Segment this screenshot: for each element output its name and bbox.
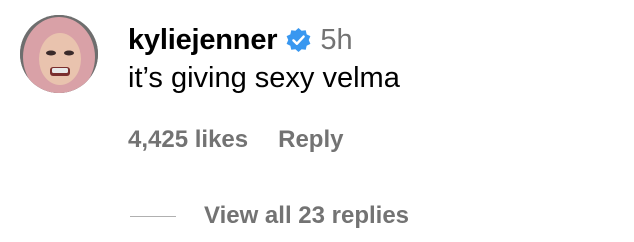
comment-text: it’s giving sexy velma	[128, 62, 400, 94]
reply-button[interactable]: Reply	[278, 126, 343, 154]
comment-header: kyliejenner 5h	[128, 20, 353, 60]
view-replies-label: View all 23 replies	[204, 202, 410, 229]
likes-count-button[interactable]: 4,425 likes	[128, 126, 248, 154]
replies-divider-line	[130, 215, 176, 217]
comment-timestamp[interactable]: 5h	[320, 24, 352, 57]
profile-photo-icon	[20, 15, 98, 93]
verified-badge-icon	[285, 27, 312, 54]
username-link[interactable]: kyliejenner	[128, 24, 278, 57]
comment-item: kyliejenner 5h it’s giving sexy velma 4,…	[0, 0, 634, 242]
comment-actions: 4,425 likes Reply	[128, 122, 343, 158]
view-replies-button[interactable]: View all 23 replies	[130, 198, 409, 234]
avatar[interactable]	[20, 15, 98, 93]
